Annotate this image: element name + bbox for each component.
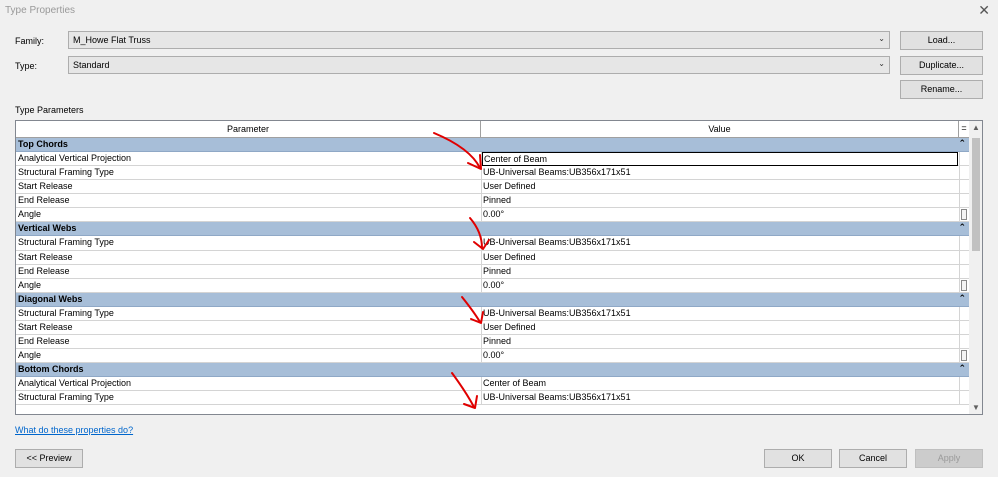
parameter-value[interactable]: UB-Universal Beams:UB356x171x51 [483,167,953,177]
parameter-value[interactable]: Pinned [483,195,953,205]
parameter-name: Structural Framing Type [18,237,114,248]
table-row[interactable]: Structural Framing Type UB-Universal Bea… [16,236,969,251]
table-row[interactable]: Structural Framing Type UB-Universal Bea… [16,306,969,321]
table-row[interactable]: Start Release User Defined [16,180,969,195]
group-label: Diagonal Webs [18,293,83,304]
column-header-value[interactable]: Value [481,121,959,138]
parameter-name: End Release [18,195,70,206]
chevron-down-icon: ⌄ [878,59,885,68]
group-diagonal-webs[interactable]: Diagonal Webs ⌃ [16,292,969,307]
table-row[interactable]: Analytical Vertical Projection Center of… [16,377,969,392]
scrollbar-thumb[interactable] [972,138,980,251]
table-row[interactable]: Angle 0.00° [16,348,969,363]
preview-button[interactable]: << Preview [15,449,83,468]
collapse-up-icon[interactable]: ⌃ [958,138,966,149]
type-value: Standard [73,60,110,70]
type-parameters-caption: Type Parameters [15,105,84,115]
parameter-value[interactable]: UB-Universal Beams:UB356x171x51 [483,308,953,318]
parameter-value[interactable]: UB-Universal Beams:UB356x171x51 [483,237,953,247]
scroll-down-icon[interactable]: ▼ [972,403,980,412]
type-dropdown[interactable]: Standard ⌄ [68,56,890,74]
column-header-parameter[interactable]: Parameter [16,121,481,138]
table-row[interactable]: Start Release User Defined [16,250,969,265]
title-bar: Type Properties ✕ [0,0,998,22]
parameter-name: Angle [18,209,42,220]
collapse-up-icon[interactable]: ⌃ [958,363,966,374]
type-parameters-grid[interactable]: Parameter Value = Top Chords ⌃ Analytica… [15,120,983,415]
parameter-value[interactable]: User Defined [483,181,953,191]
chevron-down-icon: ⌄ [878,34,885,43]
help-link[interactable]: What do these properties do? [15,425,133,435]
parameter-value[interactable]: UB-Universal Beams:UB356x171x51 [483,392,953,402]
family-value: M_Howe Flat Truss [73,35,151,45]
group-label: Top Chords [18,139,68,149]
parameter-name: Start Release [18,181,73,192]
cancel-button[interactable]: Cancel [839,449,907,468]
table-row[interactable]: End Release Pinned [16,194,969,209]
parameter-name: Angle [18,279,42,290]
parameter-name: Structural Framing Type [18,392,114,403]
parameter-value[interactable]: User Defined [483,322,953,332]
scroll-up-icon[interactable]: ▲ [972,123,980,132]
vertical-scrollbar[interactable]: ▲ ▼ [969,121,982,414]
parameter-name: Analytical Vertical Projection [18,153,132,164]
parameter-value[interactable]: 0.00° [483,350,953,360]
parameter-value[interactable]: User Defined [483,252,953,262]
table-row[interactable]: Angle 0.00° [16,278,969,293]
parameter-name: Structural Framing Type [18,167,114,178]
parameter-value[interactable]: Pinned [483,336,953,346]
table-row[interactable]: Start Release User Defined [16,320,969,335]
row-edit-handle[interactable] [961,209,967,221]
table-row[interactable]: Angle 0.00° [16,208,969,223]
apply-button[interactable]: Apply [915,449,983,468]
table-row[interactable]: Analytical Vertical Projection Center of… [16,152,969,167]
table-row[interactable]: End Release Pinned [16,264,969,279]
family-label: Family: [15,36,44,46]
window-title: Type Properties [5,5,76,16]
ok-button[interactable]: OK [764,449,832,468]
table-row[interactable]: Structural Framing Type UB-Universal Bea… [16,391,969,406]
parameter-value[interactable]: Pinned [483,266,953,276]
parameter-value[interactable]: Center of Beam [483,378,953,388]
type-label: Type: [15,61,38,71]
group-label: Vertical Webs [18,223,77,234]
parameter-value[interactable]: 0.00° [483,280,953,290]
collapse-up-icon[interactable]: ⌃ [958,293,966,304]
parameter-name: End Release [18,335,70,346]
family-dropdown[interactable]: M_Howe Flat Truss ⌄ [68,31,890,49]
grid-rows: Top Chords ⌃ Analytical Vertical Project… [16,138,969,406]
collapse-up-icon[interactable]: ⌃ [958,222,966,233]
parameter-name: Angle [18,349,42,360]
group-vertical-webs[interactable]: Vertical Webs ⌃ [16,222,969,237]
group-top-chords[interactable]: Top Chords ⌃ [16,138,969,153]
table-row[interactable]: End Release Pinned [16,334,969,349]
group-bottom-chords[interactable]: Bottom Chords ⌃ [16,363,969,378]
parameter-name: Start Release [18,251,73,262]
row-edit-handle[interactable] [961,279,967,291]
parameter-name: Start Release [18,321,73,332]
parameter-name: Analytical Vertical Projection [18,378,132,389]
parameter-name: End Release [18,265,70,276]
row-edit-handle[interactable] [961,349,967,361]
parameter-value[interactable]: Center of Beam [482,152,958,167]
grid-menu-icon[interactable]: = [959,121,969,138]
rename-button[interactable]: Rename... [900,80,983,99]
group-label: Bottom Chords [18,364,84,374]
close-icon[interactable]: ✕ [978,2,990,18]
parameter-value[interactable]: 0.00° [483,209,953,219]
table-row[interactable]: Structural Framing Type UB-Universal Bea… [16,166,969,181]
parameter-name: Structural Framing Type [18,307,114,318]
duplicate-button[interactable]: Duplicate... [900,56,983,75]
load-button[interactable]: Load... [900,31,983,50]
